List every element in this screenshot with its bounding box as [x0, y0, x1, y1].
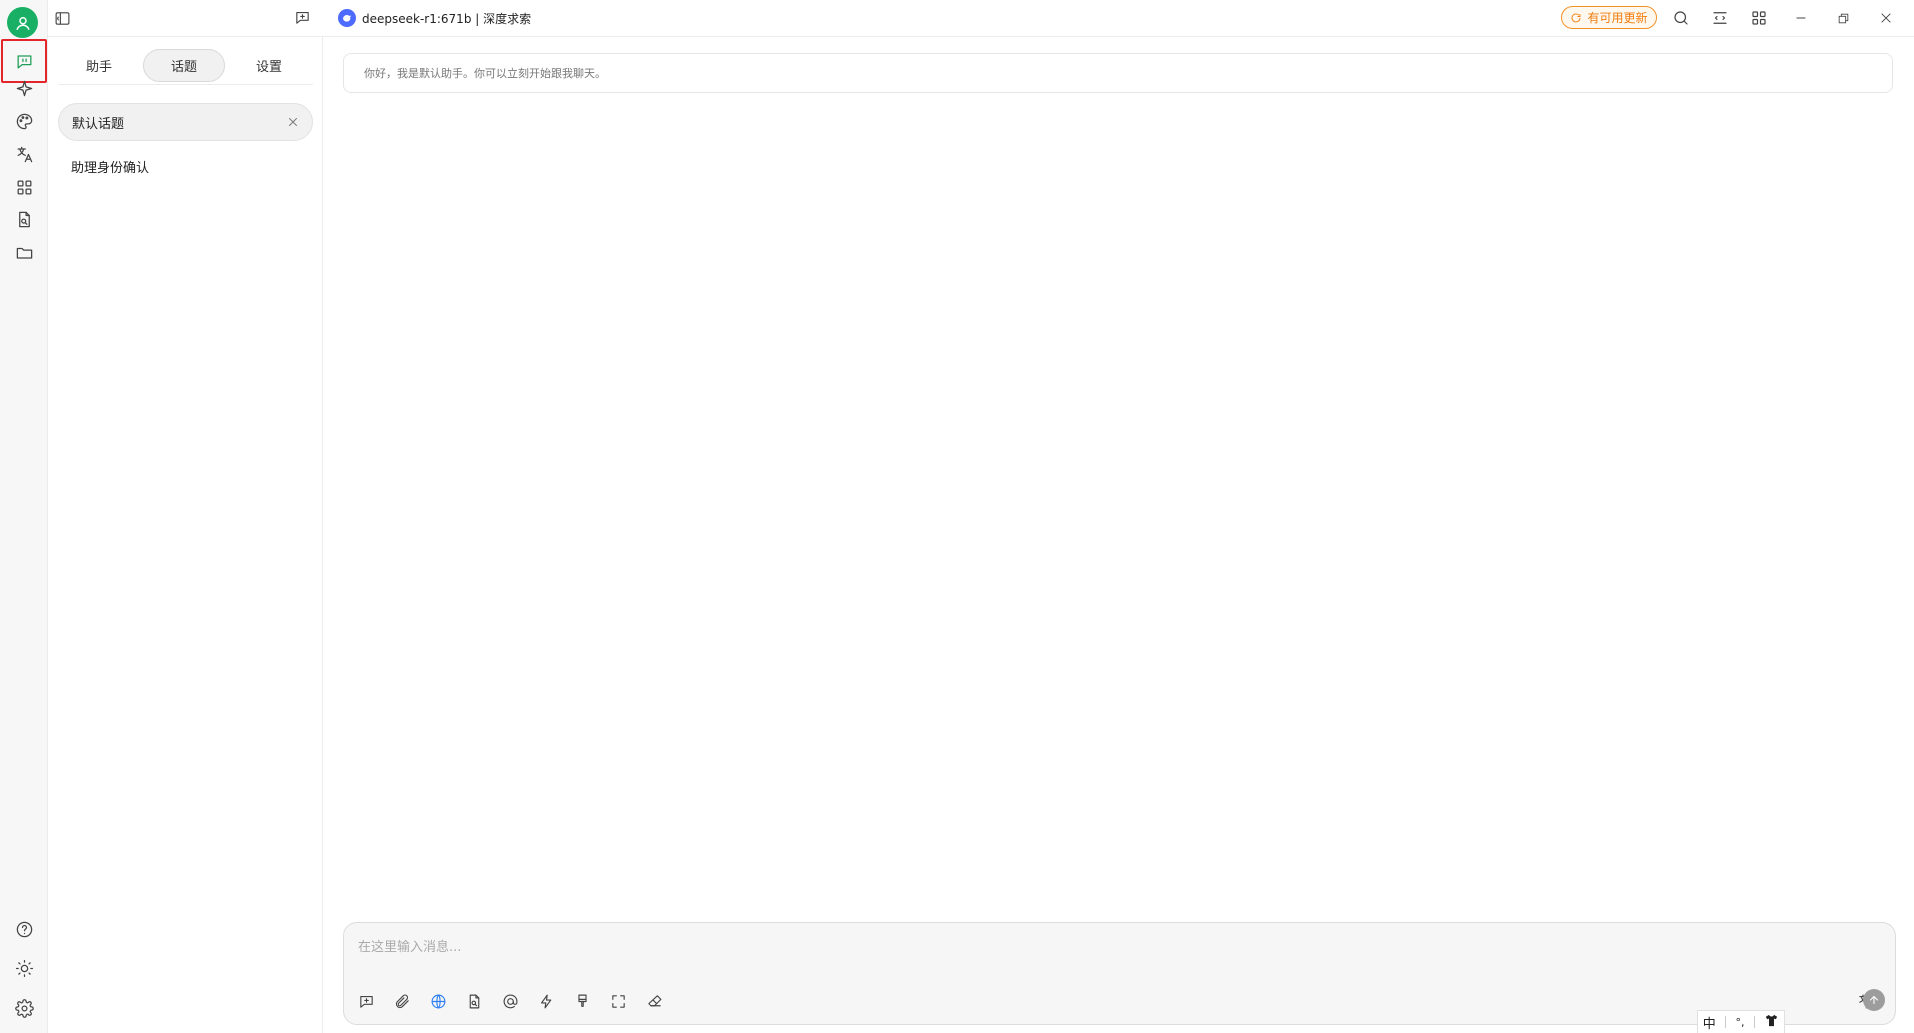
minimize-button[interactable]: [1790, 7, 1812, 29]
restore-button[interactable]: [1832, 7, 1854, 29]
close-window-button[interactable]: [1875, 7, 1897, 29]
topic-item-identity[interactable]: 助理身份确认: [58, 147, 313, 185]
eraser-icon: [647, 994, 661, 1006]
globe-icon: [431, 994, 445, 1008]
document-search-icon: [469, 994, 479, 1008]
top-bar: deepseek-r1:671b | 深度求索 有可用更新: [48, 0, 1914, 37]
close-icon: [289, 118, 297, 126]
shirt-icon[interactable]: [1764, 1013, 1779, 1032]
clear-messages-button[interactable]: [642, 989, 666, 1013]
document-search-icon: [18, 211, 30, 227]
web-search-button[interactable]: [426, 989, 450, 1013]
refresh-icon: [1572, 13, 1581, 22]
tab-assistants[interactable]: 助手: [58, 49, 140, 82]
ime-punctuation-toggle[interactable]: °,: [1735, 1016, 1744, 1029]
help-circle-icon: [16, 921, 32, 937]
deepseek-logo-icon: [338, 9, 356, 27]
minimize-icon: [1796, 17, 1806, 19]
expand-icon: [611, 994, 625, 1008]
palette-icon: [16, 113, 32, 129]
expand-width-icon: [1713, 12, 1727, 24]
update-label: 有可用更新: [1587, 11, 1648, 25]
new-topic-tool-button[interactable]: [354, 989, 378, 1013]
model-name: deepseek-r1:671b | 深度求索: [362, 11, 532, 26]
ime-language-toggle[interactable]: 中: [1703, 1013, 1716, 1032]
topic-label: 助理身份确认: [71, 160, 150, 176]
sun-icon: [15, 959, 33, 977]
gear-icon: [14, 998, 34, 1018]
tab-settings[interactable]: 设置: [228, 49, 310, 82]
rail-files-button[interactable]: [2, 232, 46, 272]
topics-panel: 助手 话题 设置 默认话题 助理身份确认: [48, 37, 323, 1033]
rail-theme-button[interactable]: [2, 948, 46, 988]
arrow-up-icon: [1869, 995, 1879, 1005]
sidebar-toggle-icon: [55, 11, 69, 25]
new-topic-button[interactable]: [291, 6, 313, 28]
paintbrush-icon: [577, 994, 587, 1007]
mention-model-button[interactable]: [498, 989, 522, 1013]
app-window: deepseek-r1:671b | 深度求索 有可用更新 助手 话题 设置 默…: [0, 0, 1914, 1033]
knowledge-base-button[interactable]: [462, 989, 486, 1013]
message-input[interactable]: [358, 935, 1858, 959]
toggle-sidebar-button[interactable]: [52, 8, 72, 28]
send-button[interactable]: [1863, 989, 1885, 1011]
user-avatar[interactable]: [7, 7, 38, 38]
user-icon: [15, 16, 30, 30]
folder-icon: [16, 247, 32, 259]
ime-status-bar: 中 °,: [1697, 1010, 1785, 1033]
topic-item-default[interactable]: 默认话题: [58, 103, 313, 141]
quick-phrases-button[interactable]: [534, 989, 558, 1013]
narrow-mode-button[interactable]: [1709, 7, 1731, 29]
model-selector[interactable]: deepseek-r1:671b | 深度求索: [338, 7, 531, 29]
paperclip-icon: [395, 994, 409, 1008]
delete-topic-button[interactable]: [286, 115, 300, 129]
search-button[interactable]: [1670, 7, 1692, 29]
new-chat-icon: [359, 995, 373, 1008]
assistant-greeting: 你好，我是默认助手。你可以立刻开始跟我聊天。: [343, 53, 1893, 93]
nav-rail: [0, 0, 48, 1033]
chat-area: 你好，我是默认助手。你可以立刻开始跟我聊天。: [323, 37, 1914, 1033]
new-chat-icon: [295, 11, 309, 24]
topic-label: 默认话题: [72, 116, 125, 132]
rail-help-button[interactable]: [2, 909, 46, 949]
attach-button[interactable]: [390, 989, 414, 1013]
close-icon: [1881, 13, 1891, 23]
mini-apps-button[interactable]: [1748, 7, 1770, 29]
rail-settings-button[interactable]: [2, 988, 46, 1028]
update-available-button[interactable]: 有可用更新: [1561, 6, 1657, 29]
grid-icon: [17, 180, 31, 194]
apps-grid-icon: [1752, 11, 1766, 25]
panel-tabs: 助手 话题 设置: [58, 47, 313, 85]
tab-topics[interactable]: 话题: [143, 49, 225, 82]
translate-icon: [17, 146, 32, 162]
ime-divider: [1725, 1016, 1727, 1028]
lightning-icon: [540, 994, 551, 1008]
search-icon: [1674, 11, 1688, 25]
sparkle-icon: [16, 80, 32, 96]
at-sign-icon: [503, 993, 517, 1008]
fullscreen-button[interactable]: [606, 989, 630, 1013]
ime-divider: [1753, 1016, 1755, 1028]
restore-window-icon: [1838, 13, 1848, 23]
message-composer: [343, 922, 1896, 1025]
clear-context-button[interactable]: [570, 989, 594, 1013]
